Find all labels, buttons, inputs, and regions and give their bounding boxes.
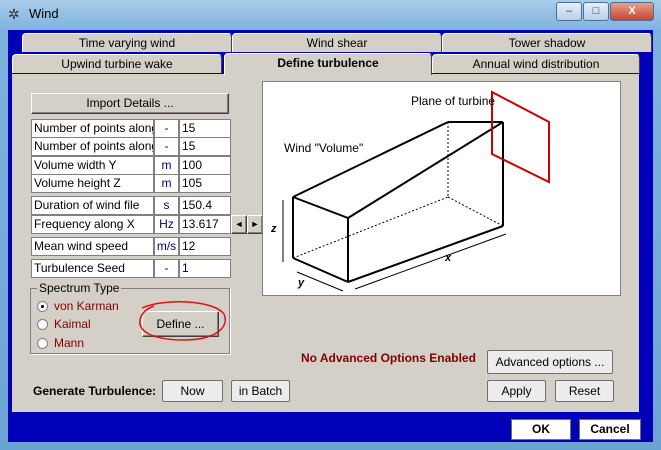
param-label-duration: Duration of wind file xyxy=(31,196,154,215)
param-label-seed: Turbulence Seed xyxy=(31,259,154,278)
param-label-mean-wind-speed: Mean wind speed xyxy=(31,237,154,256)
tab-annual-wind-distribution[interactable]: Annual wind distribution xyxy=(432,54,640,73)
maximize-button[interactable]: □ xyxy=(583,2,609,21)
wind-volume-label: Wind "Volume" xyxy=(284,141,364,155)
frequency-increase-button[interactable]: ► xyxy=(247,215,263,234)
tab-wind-shear[interactable]: Wind shear xyxy=(232,33,442,52)
turbulence-seed-input[interactable]: 1 xyxy=(179,259,231,278)
turbine-icon: ✲ xyxy=(8,6,20,22)
radio-label-kaimal[interactable]: Kaimal xyxy=(54,317,91,331)
radio-von-karman[interactable] xyxy=(37,301,48,312)
minimize-button[interactable]: – xyxy=(556,2,582,21)
param-unit-width-y: m xyxy=(154,156,179,175)
points-z-input[interactable]: 15 xyxy=(179,137,231,156)
import-details-button[interactable]: Import Details ... xyxy=(31,93,229,114)
ok-button[interactable]: OK xyxy=(511,419,571,440)
param-unit-points-y: - xyxy=(154,119,179,138)
arrow-left-icon: ◄ xyxy=(234,219,244,229)
generate-now-button[interactable]: Now xyxy=(162,380,223,402)
param-label-frequency: Frequency along X xyxy=(31,215,154,234)
reset-button[interactable]: Reset xyxy=(555,380,614,402)
arrow-right-icon: ► xyxy=(250,219,260,229)
radio-kaimal[interactable] xyxy=(37,319,48,330)
radio-label-von-karman[interactable]: von Karman xyxy=(54,299,119,313)
cancel-button[interactable]: Cancel xyxy=(579,419,641,440)
param-label-points-z: Number of points along Z xyxy=(31,137,154,156)
axis-z-label: z xyxy=(271,223,277,235)
param-unit-mean-wind-speed: m/s xyxy=(154,237,179,256)
points-y-input[interactable]: 15 xyxy=(179,119,231,138)
advanced-options-status: No Advanced Options Enabled xyxy=(301,351,476,365)
title-bar[interactable]: ✲ Wind – □ X xyxy=(0,0,661,28)
param-label-height-z: Volume height Z xyxy=(31,174,154,193)
plane-of-turbine-label: Plane of turbine xyxy=(411,94,496,108)
param-label-points-y: Number of points along Y xyxy=(31,119,154,138)
window-title: Wind xyxy=(29,6,59,21)
param-unit-seed: - xyxy=(154,259,179,278)
wind-window: ✲ Wind – □ X Time varying wind Wind shea… xyxy=(0,0,661,450)
turbulence-volume-diagram: Plane of turbine Wind "Volume" z y x xyxy=(262,81,621,296)
generate-batch-button[interactable]: in Batch xyxy=(231,380,290,402)
mean-wind-speed-input[interactable]: 12 xyxy=(179,237,231,256)
radio-label-mann[interactable]: Mann xyxy=(54,336,84,350)
volume-width-input[interactable]: 100 xyxy=(179,156,231,175)
apply-button[interactable]: Apply xyxy=(487,380,546,402)
tab-define-turbulence[interactable]: Define turbulence xyxy=(224,53,432,75)
param-unit-frequency: Hz xyxy=(154,215,179,234)
radio-mann[interactable] xyxy=(37,338,48,349)
generate-turbulence-label: Generate Turbulence: xyxy=(33,384,157,398)
advanced-options-button[interactable]: Advanced options ... xyxy=(487,350,613,374)
volume-box-graphic xyxy=(282,90,550,292)
annotation-circle xyxy=(139,301,226,341)
param-unit-points-z: - xyxy=(154,137,179,156)
param-unit-height-z: m xyxy=(154,174,179,193)
spectrum-type-title: Spectrum Type xyxy=(37,281,122,295)
tab-time-varying-wind[interactable]: Time varying wind xyxy=(22,33,232,52)
duration-input[interactable]: 150.4 xyxy=(179,196,231,215)
tab-upwind-turbine-wake[interactable]: Upwind turbine wake xyxy=(12,54,222,73)
volume-height-input[interactable]: 105 xyxy=(179,174,231,193)
tab-tower-shadow[interactable]: Tower shadow xyxy=(442,33,652,52)
frequency-input[interactable]: 13.617 xyxy=(179,215,231,234)
param-label-width-y: Volume width Y xyxy=(31,156,154,175)
axis-y-label: y xyxy=(298,277,305,289)
frequency-decrease-button[interactable]: ◄ xyxy=(231,215,247,234)
axis-x-label: x xyxy=(445,252,452,264)
close-button[interactable]: X xyxy=(610,2,654,21)
param-unit-duration: s xyxy=(154,196,179,215)
